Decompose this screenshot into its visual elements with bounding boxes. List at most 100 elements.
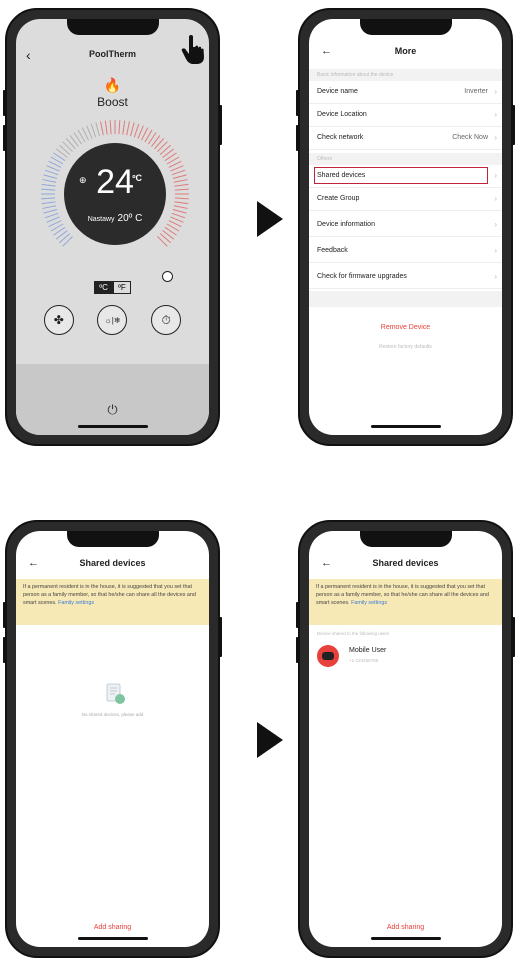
dial-tick xyxy=(41,188,56,191)
dial-tick xyxy=(100,121,104,136)
unit-fahrenheit[interactable]: ºF xyxy=(112,281,131,294)
mode-button[interactable]: ☼|❄ xyxy=(97,305,128,335)
dial-tick xyxy=(43,174,58,179)
chevron-right-icon: › xyxy=(494,110,497,119)
side-button xyxy=(512,617,515,657)
side-button xyxy=(219,617,222,657)
side-button xyxy=(219,105,222,145)
dial-tick xyxy=(43,209,58,214)
chevron-right-icon: › xyxy=(494,171,497,180)
setpoint: Nastawy 20º C xyxy=(64,213,166,224)
dial-tick xyxy=(62,236,73,247)
side-button xyxy=(296,125,299,151)
dial-tick xyxy=(174,197,189,200)
user-name: Mobile User xyxy=(349,647,387,654)
dial-tick xyxy=(137,125,144,139)
row-label: Shared devices xyxy=(317,172,366,179)
family-settings-link[interactable]: Family settings xyxy=(58,600,94,606)
dial-tick xyxy=(174,188,189,191)
dial-tick xyxy=(86,125,93,139)
phone-shared-list: ← Shared devices If a permanent resident… xyxy=(296,520,515,958)
flame-icon: 🔥 xyxy=(103,77,122,93)
screen: ← Shared devices If a permanent resident… xyxy=(16,531,209,947)
home-indicator xyxy=(370,425,441,428)
chevron-right-icon: › xyxy=(494,133,497,142)
dial-tick xyxy=(41,201,56,205)
row-label: Check network xyxy=(317,134,364,141)
restore-defaults-button[interactable]: Restore factory defaults xyxy=(309,344,502,350)
empty-state-text: No shared devices, please add xyxy=(81,712,144,717)
dial-tick xyxy=(157,236,168,247)
avatar xyxy=(317,645,339,667)
dial-tick xyxy=(109,120,112,135)
current-temperature: 24 xyxy=(96,163,134,201)
shared-user-row[interactable]: Mobile User +1-123456789 xyxy=(317,643,494,673)
dial-tick xyxy=(122,120,126,135)
timer-button[interactable]: ⏱ xyxy=(151,305,182,335)
section-spacer xyxy=(309,291,502,307)
dial-tick xyxy=(90,123,97,138)
row-label: Create Group xyxy=(317,195,360,202)
row-value: Check Now xyxy=(452,134,488,141)
home-indicator xyxy=(370,937,441,940)
power-icon[interactable]: ⏻ xyxy=(16,402,209,418)
dial-tick xyxy=(44,212,59,219)
pointer-hand-icon xyxy=(181,35,204,64)
control-buttons: ✤ ☼|❄ ⏱ xyxy=(16,305,209,335)
row-device-name[interactable]: Device name Inverter › xyxy=(309,81,502,104)
dial-tick xyxy=(41,197,56,200)
dial-tick xyxy=(118,120,121,135)
dial-tick xyxy=(41,183,56,187)
row-create-group[interactable]: Create Group › xyxy=(309,188,502,211)
row-device-information[interactable]: Device information › xyxy=(309,214,502,237)
side-button xyxy=(296,637,299,663)
user-account: +1-123456789 xyxy=(349,658,379,663)
dial-tick xyxy=(172,209,187,214)
row-device-location[interactable]: Device Location › xyxy=(309,104,502,127)
dial-center: ⊕ 24 ºC Nastawy 20º C xyxy=(64,143,166,245)
remove-device-button[interactable]: Remove Device xyxy=(309,324,502,331)
setpoint-label: Nastawy xyxy=(87,216,115,223)
notice-text: If a permanent resident is in the house,… xyxy=(316,584,489,606)
page-title: More xyxy=(394,46,417,56)
unit-celsius[interactable]: ºC xyxy=(94,281,113,294)
dial-tick xyxy=(46,165,60,172)
row-label: Device Location xyxy=(317,111,367,118)
temperature-dial[interactable]: ⊕ 24 ºC Nastawy 20º C xyxy=(38,117,192,271)
dial-tick xyxy=(133,123,140,138)
dial-tick xyxy=(126,121,130,136)
family-settings-link[interactable]: Family settings xyxy=(351,600,387,606)
side-button xyxy=(296,90,299,116)
chevron-right-icon: › xyxy=(494,194,497,203)
dial-tick xyxy=(171,212,186,219)
dial-tick xyxy=(172,174,187,179)
add-sharing-button[interactable]: Add sharing xyxy=(309,924,502,931)
page-title: Shared devices xyxy=(372,558,439,568)
row-shared-devices[interactable]: Shared devices › xyxy=(309,165,502,188)
row-label: Device information xyxy=(317,221,375,228)
header: ← Shared devices xyxy=(309,555,502,575)
dial-tick xyxy=(130,122,135,137)
row-label: Check for firmware upgrades xyxy=(317,273,407,280)
fan-button[interactable]: ✤ xyxy=(43,305,74,335)
dial-tick xyxy=(46,216,60,223)
dial-tick xyxy=(44,169,59,176)
row-firmware-upgrades[interactable]: Check for firmware upgrades › xyxy=(309,266,502,289)
dial-tick xyxy=(170,165,184,172)
screen: ← More Basic information about the devic… xyxy=(309,19,502,435)
empty-list-icon xyxy=(106,683,125,704)
notch xyxy=(66,531,159,547)
mode-label: Boost xyxy=(97,95,128,109)
home-indicator xyxy=(77,425,148,428)
row-feedback[interactable]: Feedback › xyxy=(309,240,502,263)
row-check-network[interactable]: Check network Check Now › xyxy=(309,127,502,150)
add-sharing-button[interactable]: Add sharing xyxy=(16,924,209,931)
side-button xyxy=(512,105,515,145)
phone-more: ← More Basic information about the devic… xyxy=(296,8,515,446)
setpoint-value: 20º C xyxy=(117,213,143,224)
notice-text: If a permanent resident is in the house,… xyxy=(23,584,196,606)
header: ← More xyxy=(309,43,502,63)
unit-toggle[interactable]: ºC ºF xyxy=(16,277,209,295)
screen: ‹ PoolTherm ✎ 🔥 Boost ⊕ 24 ºC Nastawy20º… xyxy=(16,19,209,435)
chevron-right-icon: › xyxy=(494,87,497,96)
